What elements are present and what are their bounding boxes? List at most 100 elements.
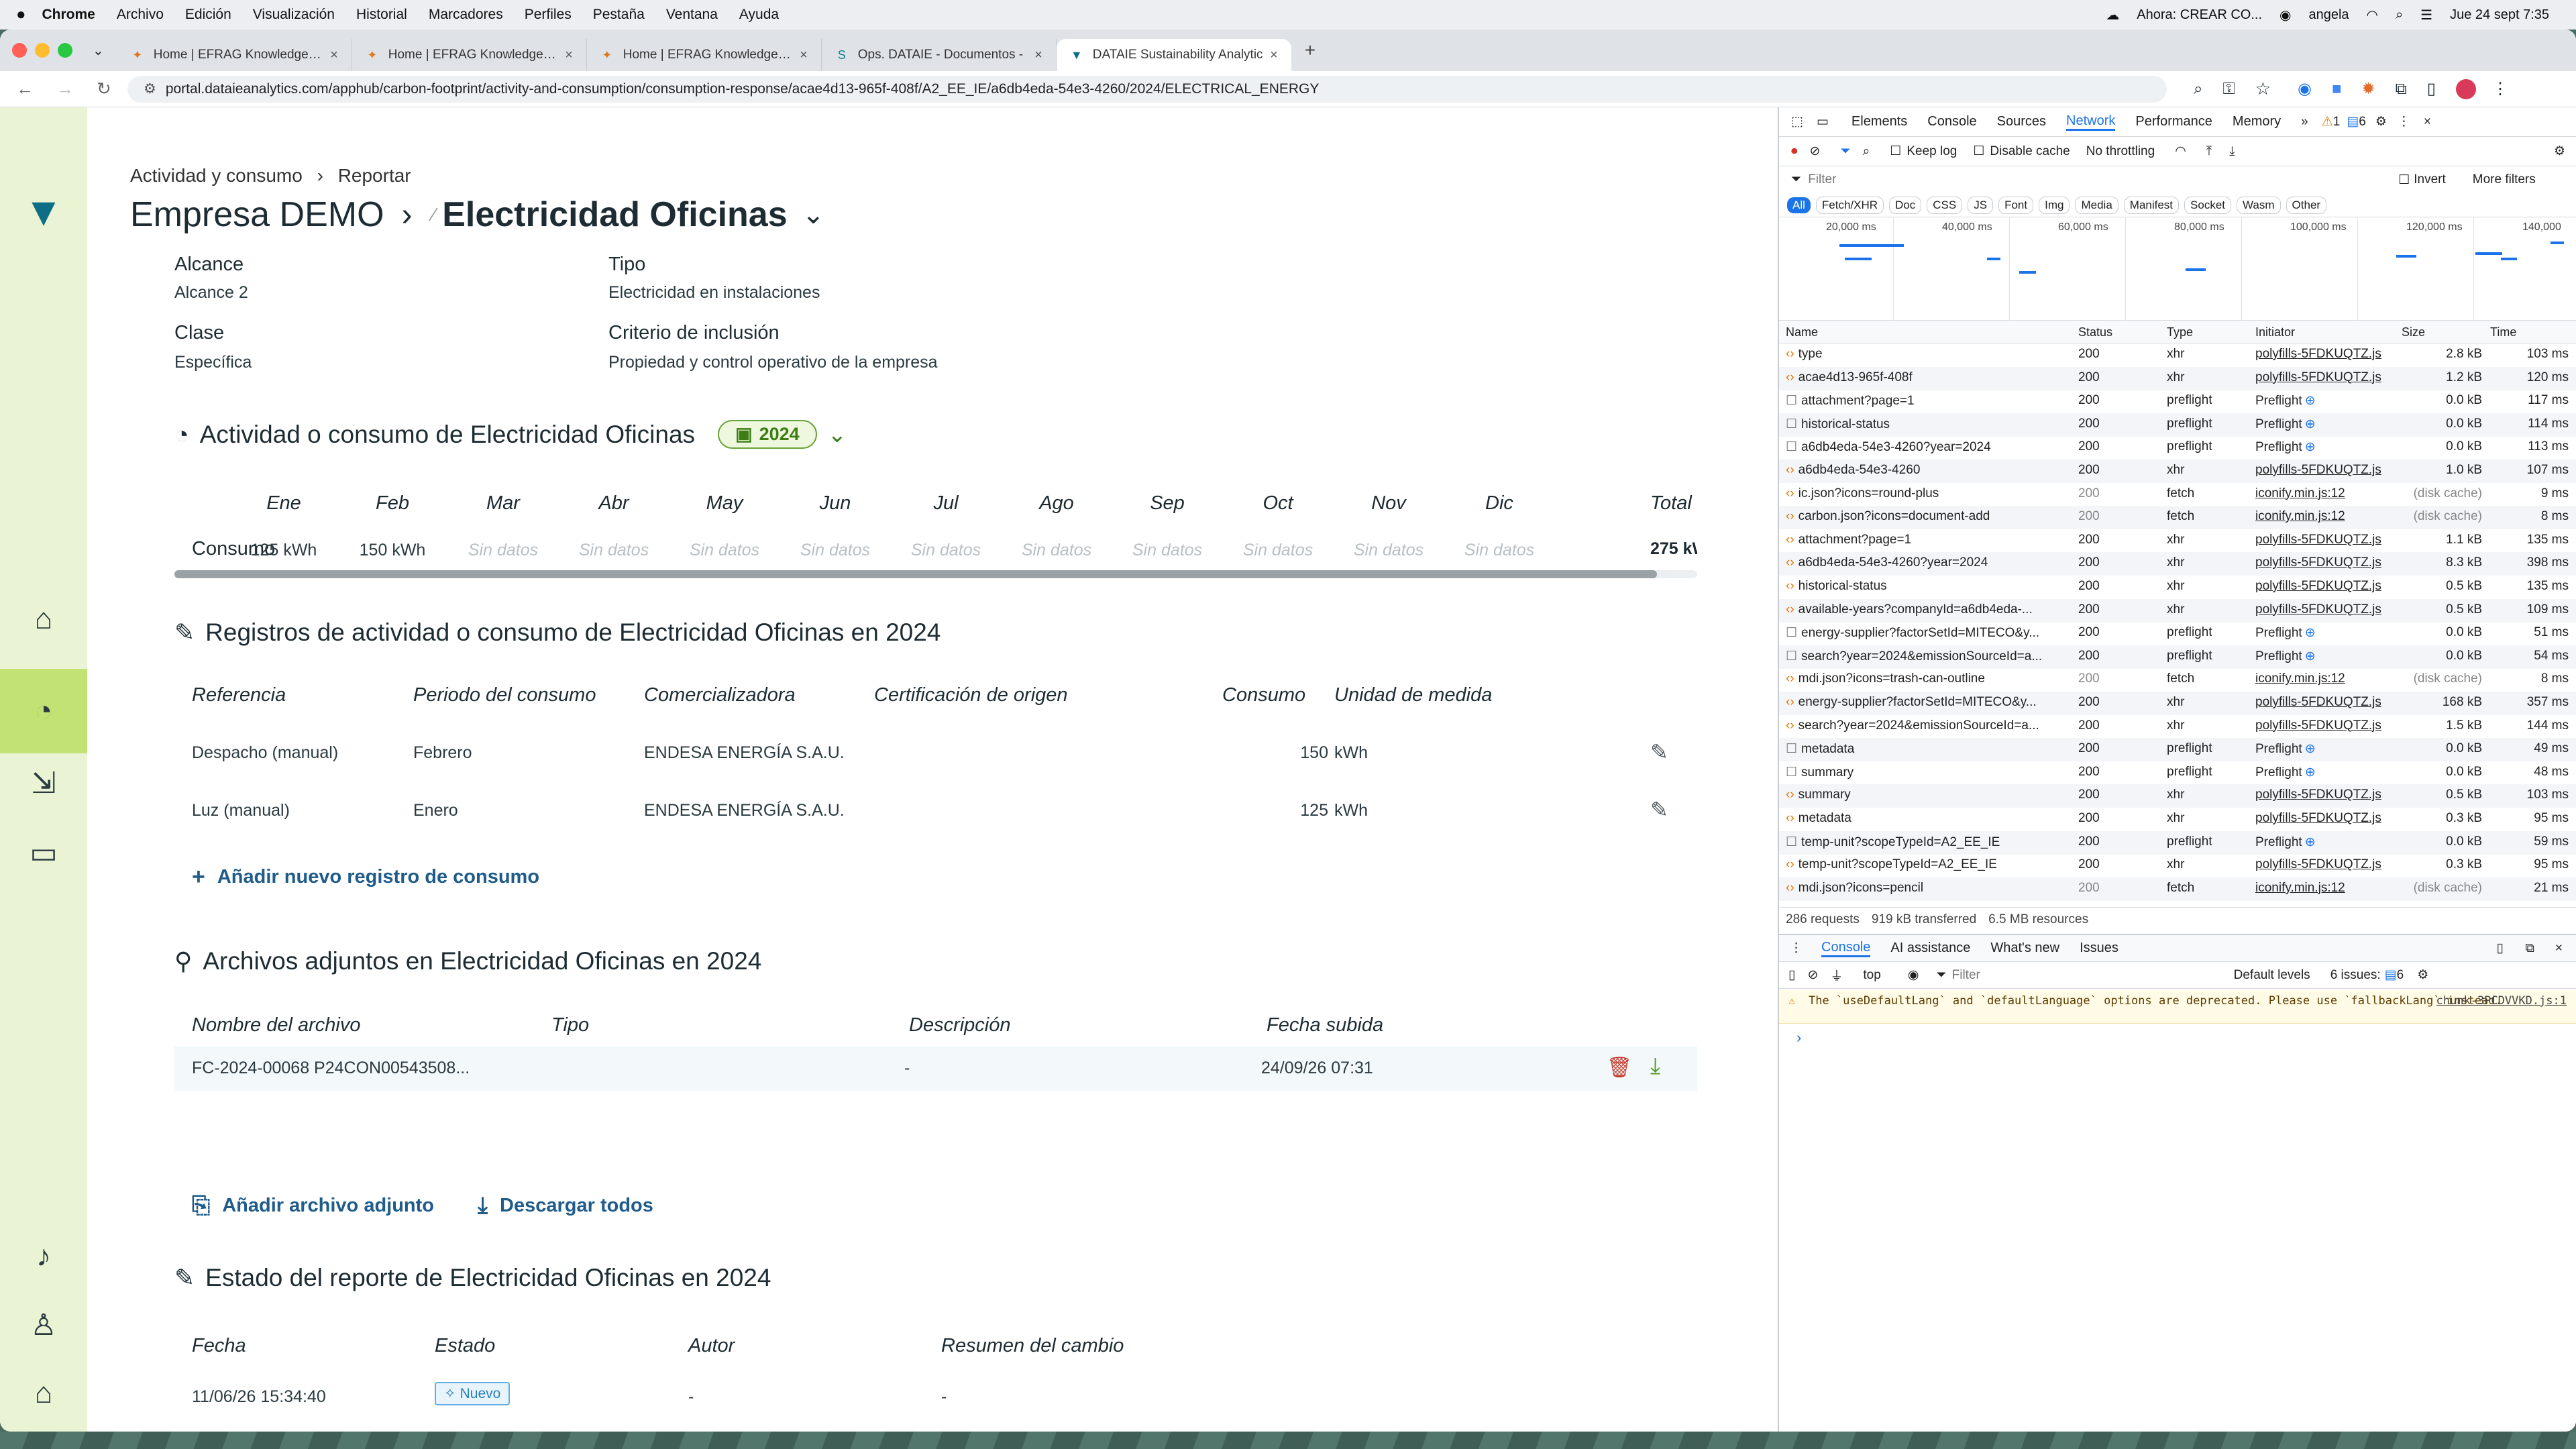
source-dropdown-chevron-icon[interactable]: ⌄ <box>802 199 825 230</box>
drawer-tab-whats-new[interactable]: What's new <box>1990 941 2059 956</box>
type-chip-2[interactable]: Doc <box>1889 196 1922 214</box>
request-initiator[interactable]: polyfills-5FDKUQTZ.js <box>2255 347 2400 362</box>
kebab-menu-icon[interactable]: ⋮ <box>2398 114 2410 129</box>
year-chevron-icon[interactable]: ⌄ <box>828 421 847 448</box>
close-tab-icon[interactable]: × <box>330 48 338 63</box>
download-icon[interactable]: ⤓ <box>1650 1053 1660 1079</box>
network-row[interactable]: ‹› ic.json?icons=round-plus 200 fetch iconif… <box>1779 483 2576 506</box>
type-chip-0[interactable]: All <box>1787 197 1811 213</box>
network-row[interactable]: ‹› acae4d13-965f-408f 200 xhr polyfills-5FDK… <box>1779 366 2576 390</box>
close-tab-icon[interactable]: × <box>800 48 808 63</box>
extension-icon-2[interactable]: ■ <box>2332 80 2342 99</box>
tab-efrag-3[interactable]: ✦ Home | EFRAG Knowledge Hu × <box>587 39 822 71</box>
network-row[interactable]: ‹› temp-unit?scopeTypeId=A2_EE_IE 200 xhr po… <box>1779 854 2576 877</box>
message-count[interactable]: 6 <box>2359 115 2366 129</box>
trash-can-icon[interactable]: 🗑 <box>1607 1056 1632 1079</box>
person-icon[interactable]: ♙ <box>0 1295 87 1355</box>
apple-icon[interactable]: ● <box>16 5 26 24</box>
wifi-icon[interactable]: ◠ <box>2175 144 2186 159</box>
reload-icon[interactable]: ↻ <box>97 78 121 99</box>
network-row[interactable]: ‹› summary 200 xhr polyfills-5FDKUQTZ.js 0.5 … <box>1779 784 2576 808</box>
type-chip-8[interactable]: Manifest <box>2123 196 2180 214</box>
network-row[interactable]: ☐ energy-supplier?factorSetId=MITECO&y...… <box>1779 622 2576 645</box>
clear-icon[interactable]: ⊘ <box>1810 144 1821 159</box>
invert-checkbox[interactable]: ☐ <box>2398 172 2410 188</box>
menu-perfiles[interactable]: Perfiles <box>525 7 572 23</box>
request-initiator[interactable]: polyfills-5FDKUQTZ.js <box>2255 533 2400 547</box>
drawer-menu-icon[interactable]: ⋮ <box>1790 941 1803 956</box>
company-name[interactable]: Empresa DEMO <box>130 195 384 235</box>
warning-icon[interactable]: ⚠ <box>2322 114 2333 129</box>
status-now[interactable]: Ahora: CREAR CO... <box>2137 7 2262 23</box>
network-row[interactable]: ‹› historical-status 200 xhr polyfills-5FDKU… <box>1779 576 2576 599</box>
tab-list-chevron-icon[interactable]: ⌄ <box>93 42 104 59</box>
disable-cache-checkbox[interactable]: ☐ <box>1973 144 1984 159</box>
attachment-name[interactable]: FC-2024-00068 P24CON00543508... <box>192 1059 470 1078</box>
request-initiator[interactable]: Preflight ⊕ <box>2255 625 2400 641</box>
network-settings-icon[interactable]: ⚙ <box>2554 144 2565 159</box>
close-tab-icon[interactable]: × <box>1270 48 1278 63</box>
devtools-tab-console[interactable]: Console <box>1927 114 1976 129</box>
col-name[interactable]: Name <box>1786 325 1818 339</box>
url-text[interactable]: portal.dataieanalytics.com/apphub/carbon… <box>166 81 1320 97</box>
back-icon[interactable]: ← <box>16 78 40 99</box>
network-row[interactable]: ‹› mdi.json?icons=trash-can-outline 200 fet… <box>1779 668 2576 692</box>
menu-marcadores[interactable]: Marcadores <box>429 7 503 23</box>
network-row[interactable]: ☐ summary 200 preflight Preflight ⊕ 0.0 kB 48 m… <box>1779 761 2576 785</box>
console-settings-icon[interactable]: ⚙ <box>2417 967 2428 983</box>
more-filters-dropdown[interactable]: More filters <box>2473 172 2536 187</box>
request-initiator[interactable]: iconify.min.js:12 <box>2255 672 2400 686</box>
col-size[interactable]: Size <box>2402 325 2425 339</box>
menu-ayuda[interactable]: Ayuda <box>739 7 779 23</box>
request-initiator[interactable]: Preflight ⊕ <box>2255 417 2400 432</box>
type-chip-10[interactable]: Wasm <box>2237 196 2281 214</box>
gauge-icon[interactable]: ◔ <box>0 669 87 753</box>
filter-input[interactable]: Filter <box>1808 172 2398 187</box>
network-row[interactable]: ☐ metadata 200 preflight Preflight ⊕ 0.0 kB 49 … <box>1779 738 2576 762</box>
request-initiator[interactable]: Preflight ⊕ <box>2255 741 2400 757</box>
col-status[interactable]: Status <box>2078 325 2112 339</box>
keep-log-checkbox[interactable]: ☐ <box>1890 144 1901 159</box>
extension-icon[interactable]: ◉ <box>2298 79 2312 99</box>
col-time[interactable]: Time <box>2490 325 2516 339</box>
network-row[interactable]: ‹› metadata 200 xhr polyfills-5FDKUQTZ.js 0.3… <box>1779 808 2576 831</box>
warning-source-link[interactable]: chunk-3PCDVVKD.js:1 <box>2436 994 2567 1008</box>
eye-icon[interactable]: ◉ <box>1908 967 1919 983</box>
filter-icon[interactable]: ⏷ <box>1840 144 1850 159</box>
tab-efrag-2[interactable]: ✦ Home | EFRAG Knowledge Hu × <box>352 39 587 71</box>
devtools-tab-sources[interactable]: Sources <box>1997 114 2046 129</box>
close-devtools-icon[interactable]: × <box>2424 115 2431 129</box>
control-center-icon[interactable]: ☰ <box>2420 7 2432 23</box>
menu-app[interactable]: Chrome <box>42 7 95 23</box>
add-record-link[interactable]: + Añadir nuevo registro de consumo <box>192 864 539 890</box>
network-row[interactable]: ‹› a6db4eda-54e3-4260 200 xhr polyfills-5FDK… <box>1779 460 2576 483</box>
drawer-tab-issues[interactable]: Issues <box>2080 941 2118 956</box>
type-chip-7[interactable]: Media <box>2075 196 2118 214</box>
network-row[interactable]: ☐ historical-status 200 preflight Preflight ⊕… <box>1779 413 2576 437</box>
request-initiator[interactable]: iconify.min.js:12 <box>2255 881 2400 896</box>
network-row[interactable]: ‹› energy-supplier?factorSetId=MITECO&y..… <box>1779 692 2576 715</box>
context-select[interactable]: top <box>1863 968 1880 983</box>
chrome-menu-icon[interactable]: ⋮ <box>2492 79 2508 99</box>
request-initiator[interactable]: polyfills-5FDKUQTZ.js <box>2255 579 2400 594</box>
network-row[interactable]: ☐ temp-unit?scopeTypeId=A2_EE_IE 200 prefli… <box>1779 830 2576 855</box>
record-icon[interactable]: ⏺ <box>1791 144 1798 159</box>
network-row[interactable]: ‹› a6db4eda-54e3-4260?year=2024 200 xhr poly… <box>1779 552 2576 576</box>
request-initiator[interactable]: polyfills-5FDKUQTZ.js <box>2255 857 2400 872</box>
tab-dataie-active[interactable]: ▼ DATAIE Sustainability Analytic × <box>1056 39 1291 71</box>
network-row[interactable]: ‹› available-years?companyId=a6db4eda-...… <box>1779 598 2576 623</box>
minimize-window-icon[interactable] <box>35 43 50 58</box>
menu-edicion[interactable]: Edición <box>185 7 231 23</box>
console-warning[interactable]: ⚠ The `useDefaultLang` and `defaultLangu… <box>1779 990 2576 1024</box>
network-row[interactable]: ‹› mdi.json?icons=pencil 200 fetch iconify.m… <box>1779 877 2576 901</box>
undock-icon[interactable]: ⧉ <box>2525 941 2534 956</box>
warning-count[interactable]: 1 <box>2333 115 2341 129</box>
scrollbar-thumb[interactable] <box>174 570 1657 578</box>
url-field[interactable]: ⚙ portal.dataieanalytics.com/apphub/carb… <box>127 75 2167 103</box>
pencil-icon[interactable]: ✎ <box>1650 797 1668 822</box>
user-icon[interactable]: ◉ <box>2279 7 2291 23</box>
request-initiator[interactable]: polyfills-5FDKUQTZ.js <box>2255 555 2400 570</box>
type-chip-5[interactable]: Font <box>1998 196 2034 214</box>
request-initiator[interactable]: polyfills-5FDKUQTZ.js <box>2255 718 2400 733</box>
network-row[interactable]: ☐ a6db4eda-54e3-4260?year=2024 200 prefligh… <box>1779 436 2576 460</box>
